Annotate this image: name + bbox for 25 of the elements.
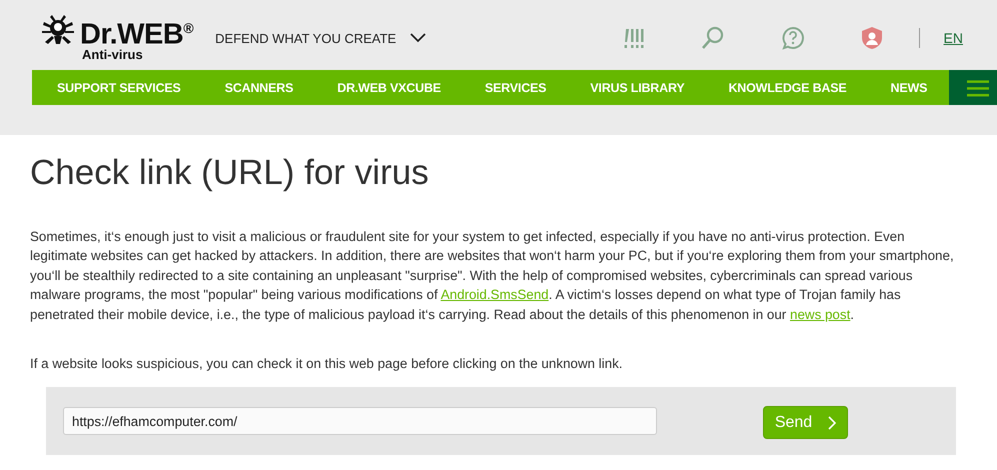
intro-paragraph: Sometimes, it‘s enough just to visit a malicious or fraudulent site for your system to get infected, especially if you have no anti-virus protection. Even legitimate websites can get hacked by attackers. In addition, there are websites that won‘t harm your PC, but if you‘re exploring them from your smartphone, you‘ll be stealthily redirected to a site containing an unpleasant "surprise". With the help of compromised websites, cybercriminals can spread various malware programs, the most "popular" being various modifications of Android.SmsSend. A victim‘s losses depend on what type of Trojan family has penetrated their mobile device, i.e., the type of malicious payload it‘s carrying. Read about the details of this phenomenon in our news post. xyxy=(30,228,955,324)
slogan: DEFEND WHAT YOU CREATE xyxy=(215,30,396,46)
menu-icon[interactable] xyxy=(949,70,997,105)
help-icon[interactable] xyxy=(780,26,805,50)
chevron-right-icon xyxy=(828,416,836,430)
url-input-field[interactable]: https://efhamcomputer.com/ xyxy=(63,407,657,436)
page-title: Check link (URL) for virus xyxy=(30,153,430,193)
nav-link[interactable]: SCANNERS xyxy=(202,70,316,105)
text-link[interactable]: news post xyxy=(790,306,850,322)
shield-user-icon[interactable] xyxy=(860,26,883,50)
language-link[interactable]: EN xyxy=(944,30,963,46)
nav-link[interactable]: SERVICES xyxy=(462,70,568,105)
nav-link[interactable]: SUPPORT SERVICES xyxy=(32,70,203,105)
search-icon[interactable] xyxy=(700,26,725,50)
send-button[interactable]: Send xyxy=(763,406,848,440)
logo-subtitle: Anti-virus xyxy=(82,48,143,62)
hint-text: If a website looks suspicious, you can check it on this web page before clicking on the unknown link. xyxy=(30,356,624,372)
text-link[interactable]: Android.SmsSend xyxy=(440,287,549,302)
nav-link[interactable]: NEWS xyxy=(868,70,950,105)
logo-wordmark[interactable]: Dr.WEB$^{®}$ xyxy=(80,14,194,48)
bars-icon[interactable] xyxy=(622,27,645,49)
nav-link[interactable]: VIRUS LIBRARY xyxy=(568,70,706,105)
nav-link[interactable]: KNOWLEDGE BASE xyxy=(706,70,869,105)
chevron-down-icon[interactable] xyxy=(410,33,426,43)
nav-link[interactable]: DR.WEB VXCUBE xyxy=(315,70,463,105)
